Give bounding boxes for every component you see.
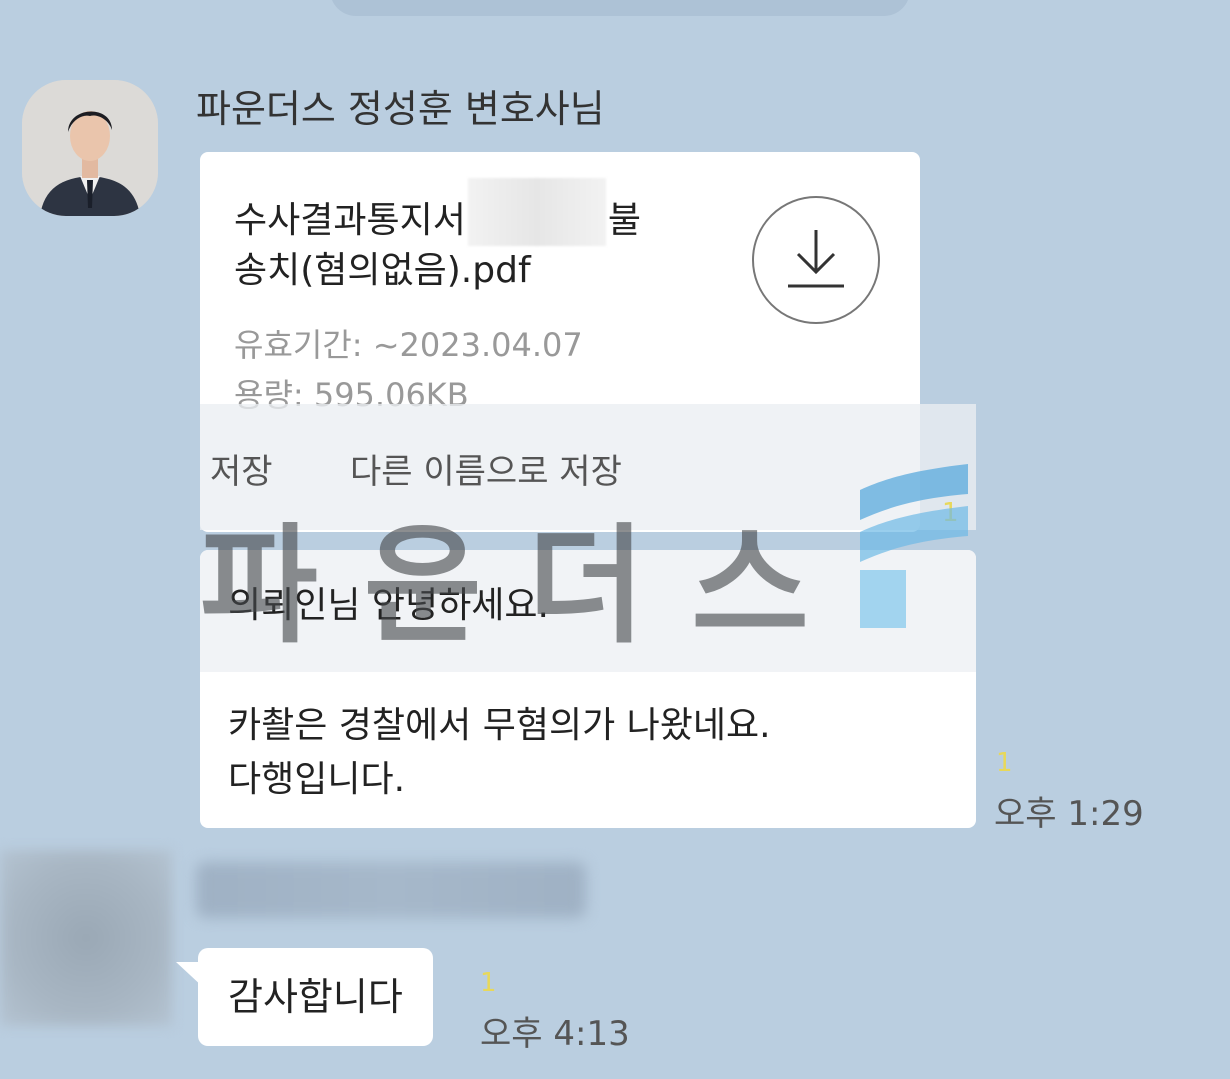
redacted-area — [467, 178, 606, 246]
reply-timestamp: 오후 4:13 — [480, 1014, 630, 1054]
redacted-name — [196, 862, 586, 918]
file-name-part1: 수사결과통지서 — [234, 200, 466, 241]
download-button[interactable] — [752, 196, 880, 324]
reply-message-bubble[interactable]: 감사합니다 — [198, 948, 433, 1046]
file-name-part2: 불 — [607, 200, 641, 241]
date-divider-pill — [330, 0, 910, 16]
message-line-2: 카촬은 경찰에서 무혐의가 나왔네요. — [228, 705, 771, 746]
sender-avatar[interactable] — [22, 80, 158, 216]
message-line-3: 다행입니다. — [228, 759, 406, 800]
lawyer-portrait-image — [22, 80, 158, 216]
file-read-count: 1 — [942, 498, 959, 528]
save-as-button[interactable]: 다른 이름으로 저장 — [350, 444, 622, 493]
file-expiry: 유효기간: ~2023.04.07 — [234, 326, 583, 364]
message-read-count: 1 — [996, 748, 1013, 778]
download-icon — [788, 230, 844, 288]
file-name-line2: 송치(혐의없음).pdf — [234, 250, 531, 291]
save-button[interactable]: 저장 — [210, 444, 273, 493]
file-name: 수사결과통지서 불 송치(혐의없음).pdf — [234, 178, 734, 296]
redacted-avatar — [0, 850, 172, 1026]
sender-name: 파운더스 정성훈 변호사님 — [196, 87, 605, 131]
reply-read-count: 1 — [480, 968, 497, 998]
message-timestamp: 오후 1:29 — [994, 794, 1144, 834]
message-line-1: 의뢰인님 안녕하세요. — [228, 585, 549, 626]
text-message-bubble[interactable]: 의뢰인님 안녕하세요. 카촬은 경찰에서 무혐의가 나왔네요. 다행입니다. — [200, 550, 976, 828]
file-actions-row: 저장 다른 이름으로 저장 1 — [200, 404, 976, 530]
